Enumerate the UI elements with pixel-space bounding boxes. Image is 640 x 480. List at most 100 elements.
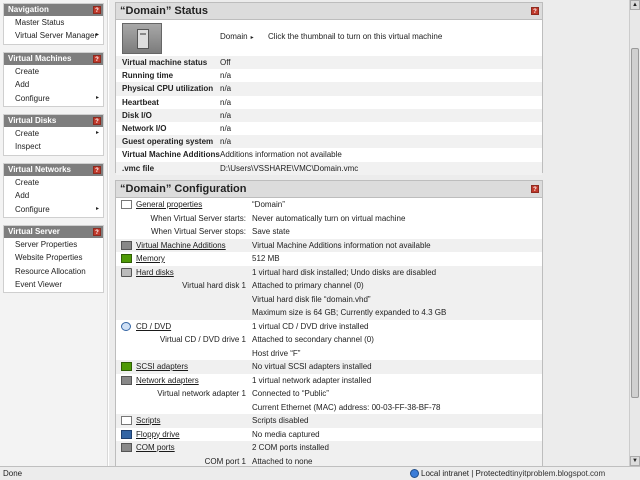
- status-value: n/a: [220, 84, 232, 94]
- help-icon[interactable]: ?: [531, 7, 539, 15]
- thumbnail-hint: Click the thumbnail to turn on this virt…: [268, 32, 443, 41]
- nav-item-navigation-master-status[interactable]: Master Status: [4, 16, 103, 29]
- help-icon[interactable]: ?: [93, 116, 101, 125]
- config-link-cd-dvd[interactable]: CD / DVD: [136, 320, 171, 334]
- status-label: Running time: [122, 71, 174, 81]
- chevron-right-icon: ▸: [250, 35, 254, 41]
- config-section-row: COM ports 2 COM ports installed: [116, 441, 542, 455]
- status-panel-title: “Domain” Status: [120, 5, 209, 17]
- nav-item-virtual-server-resource-allocation[interactable]: Resource Allocation: [4, 265, 103, 278]
- config-value: Save state: [252, 227, 290, 236]
- vertical-scrollbar[interactable]: ▲ ▼: [629, 0, 640, 466]
- nav-item-navigation-virtual-server-manager[interactable]: Virtual Server Manager ▸: [4, 29, 103, 42]
- nav-item-virtual-server-website-properties[interactable]: Website Properties: [4, 251, 103, 264]
- hard-disk-icon: [121, 267, 132, 277]
- nav-group-header: Virtual Server?: [4, 225, 103, 238]
- nav-item-label: Virtual Server Manager: [15, 31, 98, 41]
- nav-item-virtual-networks-add[interactable]: Add: [4, 189, 103, 202]
- cd-dvd-icon: [121, 321, 131, 331]
- config-sub-label: Virtual CD / DVD drive 1: [159, 335, 246, 344]
- nav-item-virtual-machines-configure[interactable]: Configure ▸: [4, 92, 103, 105]
- nav-group-title: Navigation: [8, 5, 49, 14]
- help-icon[interactable]: ?: [93, 165, 101, 174]
- nav-group-title: Virtual Disks: [8, 115, 57, 125]
- nav-item-label: Create: [15, 66, 40, 76]
- configuration-table: General properties “Domain” When Virtual S…: [116, 198, 542, 466]
- scroll-down-arrow-icon[interactable]: ▼: [630, 456, 640, 466]
- floppy-drive-icon: [121, 429, 132, 439]
- config-value: Virtual Machine Additions information no…: [252, 240, 431, 250]
- status-label: Heartbeat: [122, 97, 159, 107]
- config-detail-row: Maximum size is 64 GB; Currently expande…: [116, 306, 542, 320]
- domain-link-label: Domain: [220, 32, 248, 41]
- config-link-memory[interactable]: Memory: [136, 252, 165, 266]
- status-value: D:\Users\VSSHARE\VMC\Domain.vmc: [220, 163, 359, 173]
- chevron-right-icon: ▸: [95, 129, 99, 136]
- nav-item-virtual-server-event-viewer[interactable]: Event Viewer: [4, 278, 103, 291]
- config-sub-label: Virtual network adapter 1: [157, 389, 246, 398]
- config-detail-row: Host drive “F”: [116, 347, 542, 361]
- config-link-com-ports[interactable]: COM ports: [136, 441, 175, 455]
- status-label: .vmc file: [122, 163, 155, 173]
- config-value: 1 virtual hard disk installed; Undo disk…: [252, 267, 437, 277]
- memory-icon: [121, 254, 132, 263]
- nav-group-virtual-server: Virtual Server? Server Properties Website …: [3, 224, 104, 294]
- config-link-virtual-machine-additions[interactable]: Virtual Machine Additions: [136, 239, 226, 253]
- status-value: n/a: [220, 137, 232, 147]
- scroll-up-arrow-icon[interactable]: ▲: [630, 0, 640, 10]
- config-sub-label: When Virtual Server starts:: [150, 213, 246, 223]
- general-properties-icon: [121, 200, 132, 209]
- left-navigation: Navigation? Master Status Virtual Server M…: [0, 0, 108, 466]
- status-panel-header: “Domain” Status ?: [116, 3, 542, 20]
- config-link-scripts[interactable]: Scripts: [136, 414, 160, 428]
- help-icon[interactable]: ?: [93, 6, 101, 14]
- scripts-icon: [121, 416, 132, 425]
- scroll-thumb[interactable]: [631, 48, 639, 398]
- nav-item-virtual-machines-create[interactable]: Create: [4, 65, 103, 78]
- config-link-floppy-drive[interactable]: Floppy drive: [136, 428, 180, 442]
- help-icon[interactable]: ?: [93, 54, 101, 63]
- status-row: .vmc file D:\Users\VSSHARE\VMC\Domain.vmc: [116, 161, 542, 175]
- nav-item-virtual-server-server-properties[interactable]: Server Properties: [4, 238, 103, 251]
- nav-item-virtual-disks-inspect[interactable]: Inspect: [4, 140, 103, 153]
- config-link-hard-disks[interactable]: Hard disks: [136, 266, 174, 280]
- nav-item-label: Website Properties: [15, 253, 83, 263]
- domain-menu-link[interactable]: Domain ▸: [220, 32, 254, 41]
- config-value: Attached to secondary channel (0): [252, 335, 374, 344]
- config-value: No virtual SCSI adapters installed: [252, 362, 372, 371]
- config-value: No media captured: [252, 429, 320, 439]
- config-section-row: Floppy drive No media captured: [116, 428, 542, 442]
- status-row: Disk I/O n/a: [116, 108, 542, 122]
- status-value: Off: [220, 58, 231, 67]
- nav-group-header: Virtual Networks?: [4, 163, 103, 176]
- nav-item-virtual-networks-create[interactable]: Create: [4, 176, 103, 189]
- config-panel-title: “Domain” Configuration: [120, 183, 247, 195]
- nav-item-virtual-networks-configure[interactable]: Configure ▸: [4, 203, 103, 216]
- status-label: Virtual Machine Additions: [122, 150, 220, 160]
- status-label: Disk I/O: [122, 110, 152, 120]
- nav-item-label: Event Viewer: [15, 280, 62, 290]
- nav-item-virtual-machines-add[interactable]: Add: [4, 78, 103, 91]
- security-zone[interactable]: Local intranet | Protected: [410, 467, 510, 480]
- config-link-network-adapters[interactable]: Network adapters: [136, 374, 199, 388]
- nav-item-label: Inspect: [15, 142, 41, 152]
- thumbnail-row: Domain ▸ Click the thumbnail to turn on t…: [116, 20, 542, 56]
- network-adapter-icon: [121, 375, 132, 385]
- config-section-row: General properties “Domain”: [116, 198, 542, 212]
- config-link-scsi-adapters[interactable]: SCSI adapters: [136, 360, 188, 374]
- chevron-right-icon: ▸: [95, 32, 99, 39]
- help-icon[interactable]: ?: [93, 227, 101, 236]
- nav-item-label: Add: [15, 191, 30, 201]
- nav-item-virtual-disks-create[interactable]: Create ▸: [4, 127, 103, 140]
- nav-item-label: Create: [15, 128, 40, 138]
- config-detail-row: Current Ethernet (MAC) address: 00-03-FF…: [116, 401, 542, 415]
- help-icon[interactable]: ?: [531, 185, 539, 193]
- config-value: Maximum size is 64 GB; Currently expande…: [252, 308, 447, 317]
- status-label: Virtual machine status: [122, 58, 208, 67]
- config-value: Attached to primary channel (0): [252, 281, 364, 290]
- vm-thumbnail[interactable]: [122, 23, 162, 54]
- config-detail-row: Virtual network adapter 1 Connected to “P…: [116, 387, 542, 401]
- config-link-general-properties[interactable]: General properties: [136, 198, 202, 212]
- browser-status-bar: Done Local intranet | Protected tinyitpr…: [0, 466, 640, 480]
- security-zone-label: Local intranet | Protected: [421, 469, 510, 478]
